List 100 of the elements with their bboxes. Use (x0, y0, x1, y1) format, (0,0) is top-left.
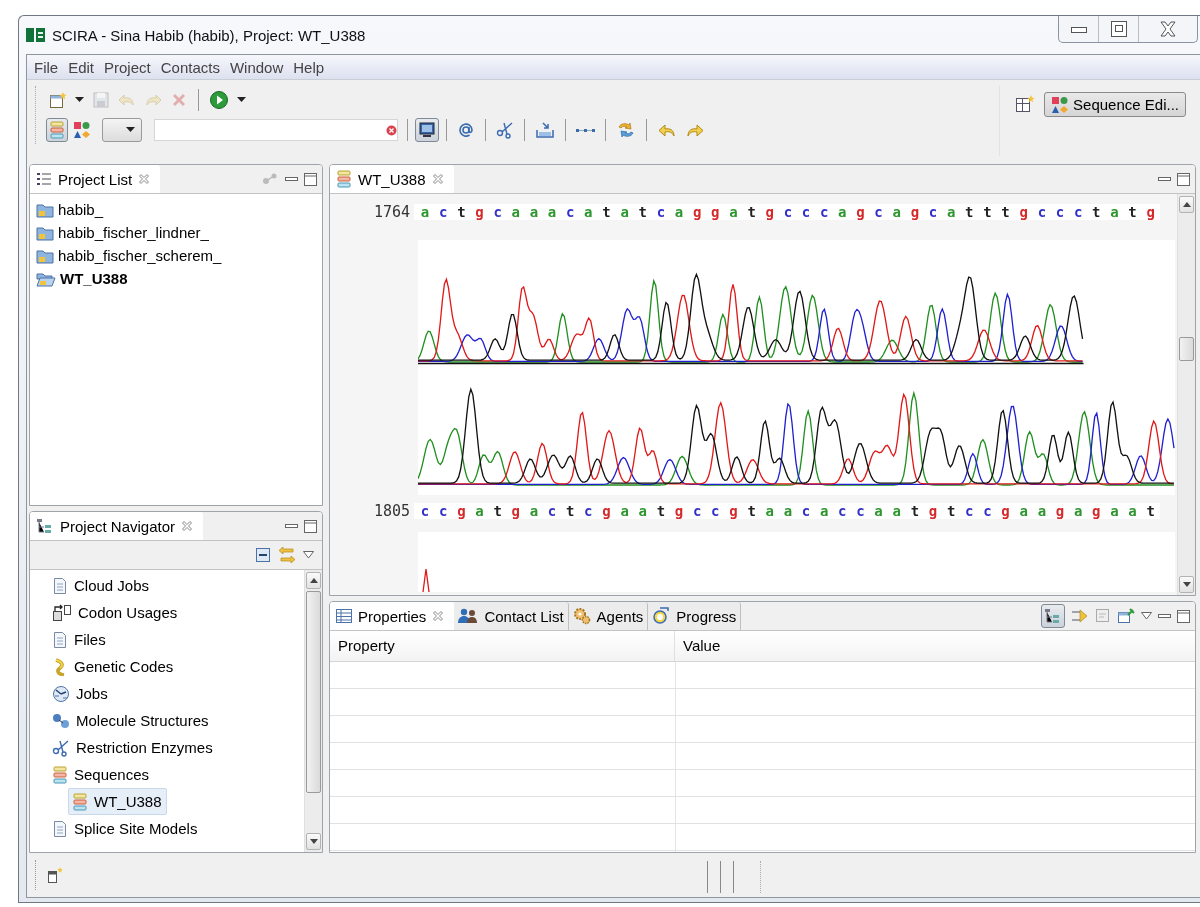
base-letter: g (927, 503, 939, 519)
base-letter: a (583, 204, 594, 220)
base-letter: c (782, 204, 794, 220)
view-menu-icon[interactable] (303, 551, 314, 559)
maximize-icon[interactable] (304, 172, 317, 186)
maximize-icon[interactable] (1177, 609, 1190, 623)
base-letter: g (601, 503, 612, 519)
gears-icon (572, 607, 591, 625)
base-letter: t (492, 503, 503, 519)
minimize-icon[interactable] (285, 522, 298, 530)
tree-item[interactable]: Genetic Codes (48, 653, 179, 680)
clear-icon[interactable] (386, 124, 397, 136)
tree-item[interactable]: Splice Site Models (48, 815, 203, 842)
menu-item[interactable]: Project (99, 58, 156, 76)
panel-tab[interactable]: Project List (30, 165, 161, 193)
perspective-button[interactable]: Sequence Edi... (1044, 92, 1186, 117)
column-header[interactable]: Value (675, 631, 729, 661)
menu-item[interactable]: Contacts (155, 58, 225, 76)
base-letter: c (1054, 204, 1066, 220)
base-letter: t (982, 204, 993, 220)
menu-item[interactable]: File (29, 58, 64, 76)
scrollbar[interactable] (304, 570, 322, 852)
tree-item[interactable]: Restriction Enzymes (48, 734, 218, 761)
base-letter: a (419, 204, 431, 220)
base-letter: c (800, 503, 812, 519)
tray-icon (535, 121, 555, 139)
tree-item[interactable]: Cloud Jobs (48, 572, 155, 599)
panel-tab[interactable]: Properties (330, 602, 455, 630)
search-field[interactable] (154, 119, 398, 141)
base-letter: a (764, 503, 775, 519)
base-letter: c (927, 204, 939, 220)
base-letter: g (510, 503, 521, 519)
maximize-icon[interactable] (304, 519, 317, 533)
base-letter: c (1036, 204, 1048, 220)
panel-tab[interactable]: Project Navigator (30, 512, 204, 540)
document-icon (52, 819, 68, 838)
base-letter: g (764, 204, 775, 220)
project-folder[interactable]: WT_U388 (36, 267, 316, 290)
scroll-down-icon (1182, 582, 1191, 587)
scroll-thumb[interactable] (306, 591, 321, 793)
base-letter: t (945, 503, 957, 519)
tree-item[interactable]: Sequences (48, 761, 155, 788)
tree-item[interactable]: Jobs (48, 680, 113, 707)
base-letter: t (601, 204, 612, 220)
scroll-up-icon (309, 578, 318, 583)
tree-item[interactable]: Molecule Structures (48, 707, 214, 734)
collapse-all-icon[interactable] (255, 547, 271, 563)
base-letter: t (746, 503, 757, 519)
panel-tab[interactable]: WT_U388 (330, 165, 454, 193)
tree-item[interactable]: Codon Usages (48, 599, 183, 626)
sequence-view-button[interactable] (46, 118, 68, 142)
column-header[interactable]: Property (330, 631, 675, 661)
base-letter: g (710, 204, 721, 220)
scroll-thumb[interactable] (1179, 337, 1194, 361)
base-letter: a (510, 204, 521, 220)
base-letter: c (964, 503, 975, 519)
panel-tab[interactable]: Agents (568, 602, 649, 630)
new-view-icon[interactable] (47, 866, 63, 884)
maximize-icon[interactable] (1177, 172, 1190, 186)
progress-icon (652, 607, 671, 625)
monitor-button[interactable] (415, 118, 439, 142)
base-letter: a (474, 503, 485, 519)
base-letter: t (746, 204, 757, 220)
minimize-icon[interactable] (1158, 175, 1171, 183)
project-folder[interactable]: habib_ (36, 198, 316, 221)
base-letter: t (1145, 503, 1156, 519)
base-letter: a (1109, 503, 1120, 519)
base-letter: t (1091, 204, 1102, 220)
caret-icon (126, 127, 135, 133)
caret-icon (75, 97, 84, 103)
at-sign-icon (457, 121, 475, 139)
base-letter: g (1091, 503, 1102, 519)
base-letter: c (419, 503, 431, 519)
view-menu-icon[interactable] (1141, 612, 1152, 620)
panel-tab[interactable]: Progress (648, 602, 742, 630)
base-letter: t (964, 204, 975, 220)
project-folder[interactable]: habib_fischer_lindner_ (36, 221, 316, 244)
panel-tab[interactable]: Contact List (454, 602, 569, 630)
menu-item[interactable]: Edit (63, 58, 100, 76)
dropdown[interactable] (102, 118, 142, 142)
base-letter: t (1000, 204, 1011, 220)
minimize-icon[interactable] (1158, 612, 1171, 620)
base-letter: a (528, 204, 540, 220)
window-title: SCIRA - Sina Habib (habib), Project: WT_U388 (52, 26, 366, 44)
base-letter: a (1018, 503, 1029, 519)
scrollbar[interactable] (1177, 194, 1195, 595)
tree-item[interactable]: Files (48, 626, 111, 653)
stacked-bars-icon (49, 121, 65, 139)
base-letter: c (583, 503, 594, 519)
minimize-icon[interactable] (285, 175, 298, 183)
base-letter: a (1036, 503, 1048, 519)
stacked-bars-icon (52, 765, 68, 784)
project-folder[interactable]: habib_fischer_scherem_ (36, 244, 316, 267)
menu-item[interactable]: Window (224, 58, 289, 76)
menu-item[interactable]: Help (288, 58, 330, 76)
categories-button[interactable] (1041, 604, 1065, 628)
base-letter: a (1127, 503, 1138, 519)
pin-icon[interactable] (1117, 608, 1135, 624)
document-icon (52, 630, 68, 649)
tree-item[interactable]: WT_U388 (68, 788, 167, 815)
